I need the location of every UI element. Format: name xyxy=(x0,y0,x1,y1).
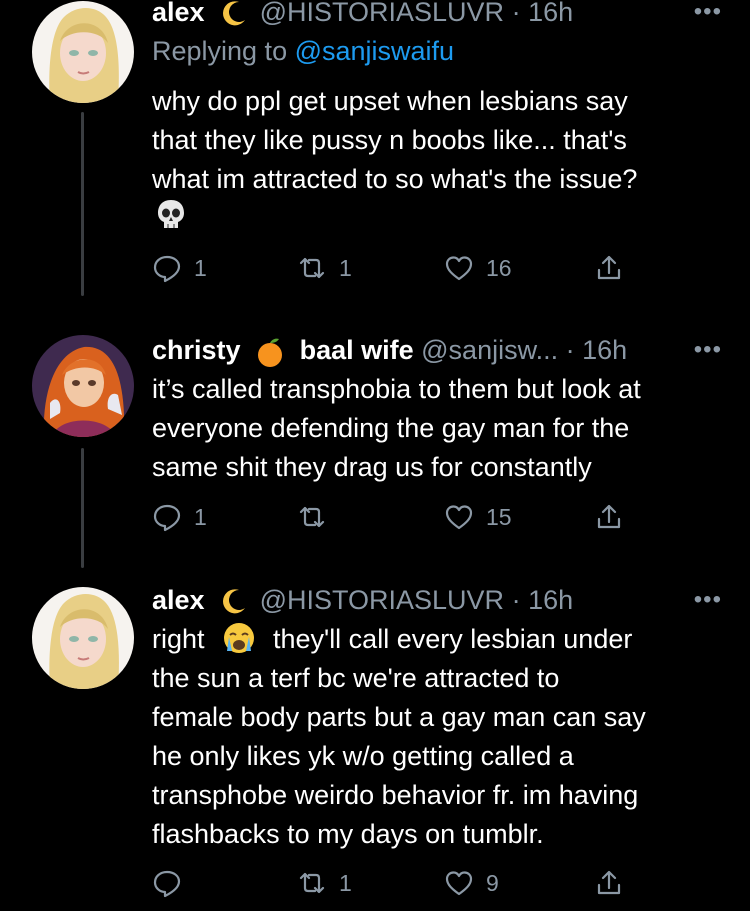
tweet-text: they'll call every lesbian under the sun… xyxy=(152,624,646,849)
reply-button[interactable]: 1 xyxy=(152,499,207,535)
share-button[interactable] xyxy=(594,865,624,901)
like-button[interactable]: 9 xyxy=(444,865,499,901)
like-count: 9 xyxy=(486,869,499,896)
like-count: 15 xyxy=(486,503,512,530)
reply-count: 1 xyxy=(194,254,207,281)
retweet-button[interactable] xyxy=(297,499,339,535)
timestamp[interactable]: 16h xyxy=(528,585,573,615)
heart-icon xyxy=(445,505,473,530)
separator-dot: · xyxy=(511,585,521,615)
share-icon xyxy=(597,870,621,895)
timestamp[interactable]: 16h xyxy=(528,0,573,27)
avatar[interactable] xyxy=(32,1,134,103)
like-count: 16 xyxy=(486,254,512,281)
like-button[interactable]: 16 xyxy=(444,250,512,286)
display-name[interactable]: alex xyxy=(152,0,205,27)
thread-line xyxy=(81,448,84,568)
thread-line xyxy=(81,112,84,296)
tweet-header: christy baal wife @sanjisw... · 16h ••• xyxy=(152,332,722,368)
reply-button[interactable] xyxy=(152,865,194,901)
tweet-3[interactable]: alex @HISTORIASLUVR · 16h ••• right they… xyxy=(0,570,750,911)
tweet-2[interactable]: christy baal wife @sanjisw... · 16h ••• … xyxy=(0,300,750,570)
tweet-1[interactable]: alex @HISTORIASLUVR · 16h ••• Replying t… xyxy=(0,0,750,300)
tweet-actions: 1 9 xyxy=(152,865,652,901)
share-icon xyxy=(597,504,621,529)
share-icon xyxy=(597,255,621,280)
retweet-button[interactable]: 1 xyxy=(297,250,352,286)
tweet-actions: 1 15 xyxy=(152,499,652,535)
crescent-moon-icon xyxy=(223,589,246,614)
retweet-icon xyxy=(299,257,325,279)
more-options-icon[interactable]: ••• xyxy=(694,582,722,618)
handle[interactable]: @sanjisw... xyxy=(421,335,558,365)
reply-icon xyxy=(153,255,181,283)
tweet-header: alex @HISTORIASLUVR · 16h ••• xyxy=(152,582,722,618)
avatar[interactable] xyxy=(32,587,134,689)
reply-icon xyxy=(153,504,181,532)
tweet-header: alex @HISTORIASLUVR · 16h ••• xyxy=(152,0,722,30)
tweet-actions: 1 1 16 xyxy=(152,250,652,286)
separator-dot: · xyxy=(565,335,575,365)
crescent-moon-icon xyxy=(223,1,246,26)
christy-avatar-icon xyxy=(32,335,134,437)
retweet-icon xyxy=(299,506,325,528)
retweet-count: 1 xyxy=(339,254,352,281)
like-button[interactable]: 15 xyxy=(444,499,512,535)
more-options-icon[interactable]: ••• xyxy=(694,0,722,30)
avatar[interactable] xyxy=(32,335,134,437)
alex-avatar-icon xyxy=(32,1,134,103)
share-button[interactable] xyxy=(594,250,624,286)
display-name-suffix[interactable]: baal wife xyxy=(300,335,414,365)
retweet-button[interactable]: 1 xyxy=(297,865,352,901)
retweet-count: 1 xyxy=(339,869,352,896)
alex-avatar-icon xyxy=(32,587,134,689)
tangerine-icon xyxy=(258,338,283,367)
mention-link[interactable]: @sanjiswaifu xyxy=(295,36,454,66)
separator-dot: · xyxy=(511,0,521,27)
replying-to-label: Replying to xyxy=(152,36,288,66)
timestamp[interactable]: 16h xyxy=(582,335,627,365)
heart-icon xyxy=(445,256,473,281)
handle[interactable]: @HISTORIASLUVR xyxy=(260,585,504,615)
reply-icon xyxy=(153,870,181,898)
skull-icon xyxy=(158,200,184,228)
more-options-icon[interactable]: ••• xyxy=(694,332,722,368)
tweet-text: it’s called transphobia to them but look… xyxy=(152,374,641,482)
display-name[interactable]: christy xyxy=(152,335,241,365)
replying-to: Replying to @sanjiswaifu xyxy=(152,33,454,69)
handle[interactable]: @HISTORIASLUVR xyxy=(260,0,504,27)
reply-button[interactable]: 1 xyxy=(152,250,207,286)
heart-icon xyxy=(445,871,473,896)
display-name[interactable]: alex xyxy=(152,585,205,615)
retweet-icon xyxy=(299,872,325,894)
reply-count: 1 xyxy=(194,503,207,530)
tweet-text: why do ppl get upset when lesbians say t… xyxy=(152,86,638,194)
share-button[interactable] xyxy=(594,499,624,535)
